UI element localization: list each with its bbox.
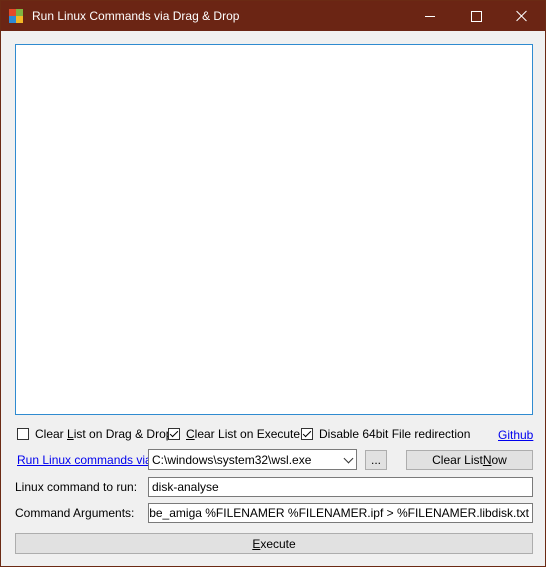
- runner-select[interactable]: C:\windows\system32\wsl.exe: [148, 449, 357, 470]
- app-icon: [9, 9, 23, 23]
- close-button[interactable]: [499, 1, 545, 31]
- execute-button[interactable]: Execute: [15, 533, 533, 554]
- runner-select-value: C:\windows\system32\wsl.exe: [152, 453, 312, 467]
- github-link[interactable]: Github: [498, 428, 533, 442]
- browse-button[interactable]: ...: [365, 450, 387, 470]
- checkbox-box-checked[interactable]: [168, 428, 180, 440]
- minimize-button[interactable]: [407, 1, 453, 31]
- linux-command-value: disk-analyse: [152, 480, 219, 494]
- checkbox-label: Clear List on Execute: [186, 427, 301, 441]
- checkbox-box[interactable]: [17, 428, 29, 440]
- maximize-icon: [470, 10, 482, 22]
- main-window: Run Linux Commands via Drag & Drop Clear…: [0, 0, 546, 567]
- clear-on-drag-drop-checkbox[interactable]: Clear List on Drag & Drop: [17, 427, 172, 441]
- disable-64bit-redirection-checkbox[interactable]: Disable 64bit File redirection: [301, 427, 470, 441]
- minimize-icon: [425, 15, 435, 17]
- run-linux-commands-link[interactable]: Run Linux commands via:: [17, 453, 155, 467]
- title-bar[interactable]: Run Linux Commands via Drag & Drop: [1, 1, 545, 31]
- linux-command-input[interactable]: disk-analyse: [148, 477, 533, 497]
- command-arguments-input[interactable]: -e79 -fprobe_amiga %FILENAMER %FILENAMER…: [148, 503, 533, 523]
- command-arguments-value: -e79 -fprobe_amiga %FILENAMER %FILENAMER…: [149, 506, 529, 520]
- window-title: Run Linux Commands via Drag & Drop: [32, 9, 240, 23]
- close-icon: [516, 10, 528, 22]
- chevron-down-icon[interactable]: [343, 453, 354, 464]
- command-arguments-label: Command Arguments:: [15, 506, 135, 520]
- clear-list-now-button[interactable]: Clear List Now: [406, 450, 533, 470]
- checkbox-box-checked[interactable]: [301, 428, 313, 440]
- checkbox-label: Clear List on Drag & Drop: [35, 427, 173, 441]
- file-drop-list[interactable]: [15, 44, 533, 415]
- checkbox-label: Disable 64bit File redirection: [319, 427, 471, 441]
- clear-on-execute-checkbox[interactable]: Clear List on Execute: [168, 427, 300, 441]
- linux-command-label: Linux command to run:: [15, 480, 138, 494]
- maximize-button[interactable]: [453, 1, 499, 31]
